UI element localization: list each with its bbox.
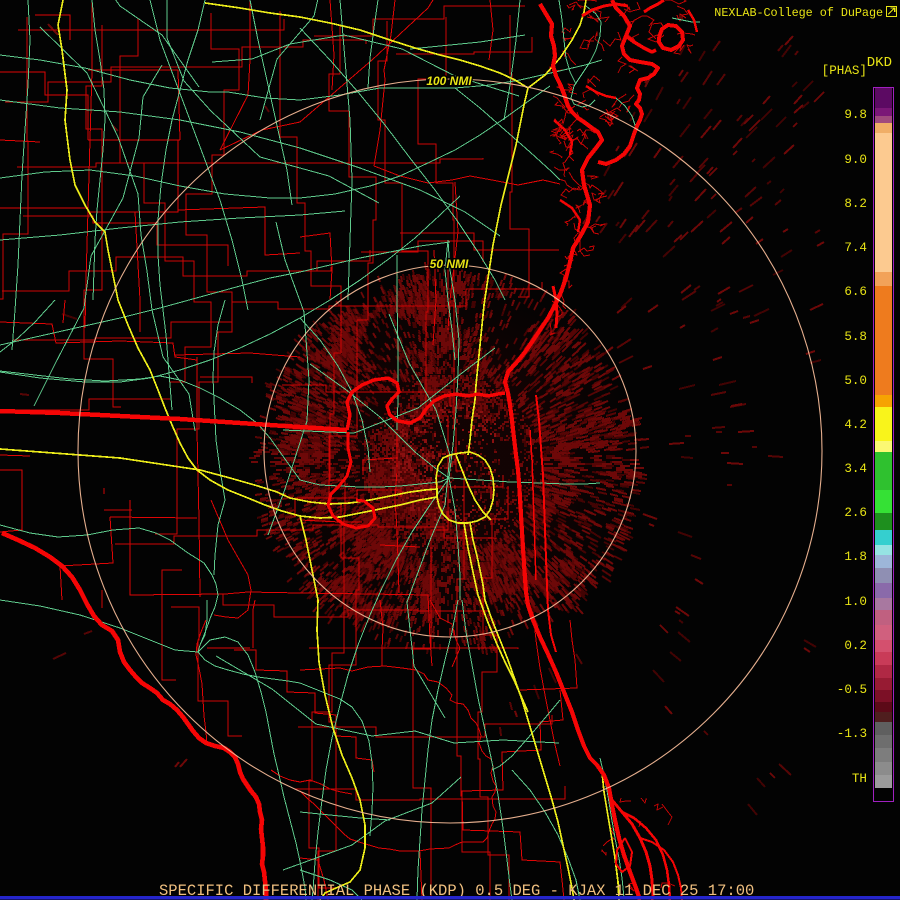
svg-text:[PHAS]: [PHAS] [822, 64, 867, 78]
svg-text:0.2: 0.2 [844, 639, 867, 653]
svg-text:9.0: 9.0 [844, 153, 867, 167]
svg-text:1.0: 1.0 [844, 595, 867, 609]
svg-text:NEXLAB-College of DuPage: NEXLAB-College of DuPage [714, 6, 883, 20]
svg-text:DKD: DKD [867, 55, 892, 71]
svg-text:4.2: 4.2 [844, 418, 867, 432]
svg-text:50 NMI: 50 NMI [430, 257, 469, 271]
svg-text:8.2: 8.2 [844, 197, 867, 211]
svg-text:100 NMI: 100 NMI [426, 74, 472, 88]
svg-text:9.8: 9.8 [844, 108, 867, 122]
svg-text:TH: TH [852, 772, 867, 786]
svg-text:-1.3: -1.3 [837, 727, 867, 741]
svg-text:2.6: 2.6 [844, 506, 867, 520]
svg-text:-0.5: -0.5 [837, 683, 867, 697]
svg-text:7.4: 7.4 [844, 241, 867, 255]
svg-text:5.8: 5.8 [844, 330, 867, 344]
svg-text:1.8: 1.8 [844, 550, 867, 564]
svg-text:5.0: 5.0 [844, 374, 867, 388]
svg-text:6.6: 6.6 [844, 285, 867, 299]
svg-text:3.4: 3.4 [844, 462, 867, 476]
